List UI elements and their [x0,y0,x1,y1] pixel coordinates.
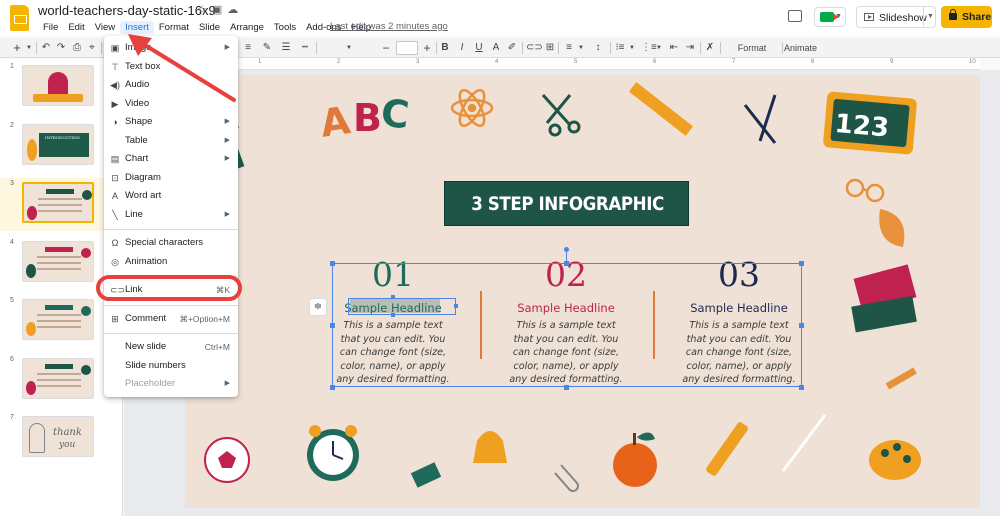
arrow-annotation [128,34,236,102]
